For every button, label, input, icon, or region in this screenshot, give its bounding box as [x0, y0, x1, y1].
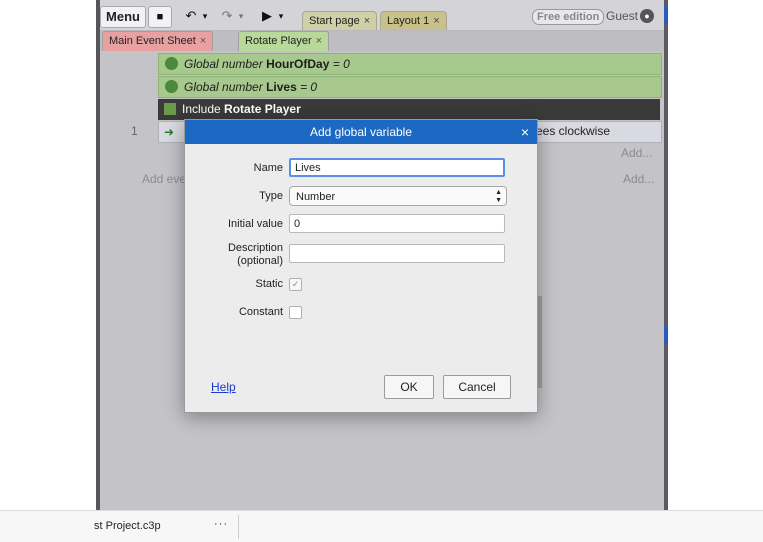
description-label-sub: (optional): [237, 255, 283, 267]
event-sheet-tabs: Main Event Sheet × Rotate Player ×: [96, 31, 668, 51]
static-checkbox[interactable]: ✓: [289, 278, 302, 291]
initial-value-field[interactable]: 0: [289, 214, 505, 233]
name-label: Name: [253, 162, 283, 174]
trigger-arrow-icon: ➜: [164, 125, 175, 139]
undo-icon[interactable]: ↶: [182, 6, 200, 26]
name-field[interactable]: Lives: [289, 158, 505, 177]
scrollbar-accent: [664, 326, 668, 344]
globe-icon: [165, 57, 178, 70]
include-name: Rotate Player: [224, 102, 301, 116]
close-icon[interactable]: ×: [433, 15, 439, 27]
close-icon[interactable]: ×: [521, 120, 529, 144]
edition-badge[interactable]: Free edition: [532, 9, 605, 25]
global-value: = 0: [332, 57, 350, 71]
project-name[interactable]: st Project.c3p: [94, 520, 161, 532]
more-options-icon[interactable]: ···: [214, 518, 228, 530]
left-edge-bar: [96, 0, 100, 510]
preview-play-icon[interactable]: ▶: [260, 6, 274, 26]
dialog-title-bar: Add global variable ×: [185, 120, 537, 144]
global-variable-row[interactable]: Global number Lives = 0: [158, 76, 662, 98]
event-number: 1: [131, 124, 138, 138]
global-variable-row[interactable]: Global number HourOfDay = 0: [158, 53, 662, 75]
dialog-title: Add global variable: [309, 125, 413, 139]
global-name: HourOfDay: [266, 57, 330, 71]
status-bar: st Project.c3p ···: [0, 510, 763, 542]
tab-layout-1[interactable]: Layout 1 ×: [380, 11, 447, 30]
tab-main-event-sheet[interactable]: Main Event Sheet ×: [102, 31, 214, 51]
main-toolbar: Menu ■ ↶ ▾ ↷ ▾ ▶ ▾ Start page × Layout 1 ×…: [96, 0, 668, 31]
global-prefix: Global number: [184, 57, 263, 71]
ok-button[interactable]: OK: [384, 375, 434, 399]
tab-label: Start page: [309, 15, 360, 27]
constant-checkbox[interactable]: [289, 306, 302, 319]
include-prefix: Include: [182, 102, 221, 116]
scrollbar-accent: [664, 6, 668, 24]
global-name: Lives: [266, 80, 297, 94]
include-icon: [164, 103, 176, 115]
redo-dropdown-icon[interactable]: ▾: [236, 6, 246, 26]
preview-dropdown-icon[interactable]: ▾: [276, 6, 286, 26]
tab-label: Layout 1: [387, 15, 430, 27]
add-event-link[interactable]: Add eve: [142, 172, 186, 186]
tab-label: Main Event Sheet: [109, 35, 196, 47]
close-icon[interactable]: ×: [316, 35, 322, 47]
globe-icon: [165, 80, 178, 93]
description-label-main: Description: [227, 242, 283, 254]
help-link[interactable]: Help: [211, 380, 236, 394]
select-arrows-icon: ▲ ▼: [495, 189, 502, 204]
type-select-value: Number: [296, 191, 336, 203]
tab-start-page[interactable]: Start page ×: [302, 11, 378, 30]
global-value: = 0: [300, 80, 318, 94]
background-panel-edge: [538, 296, 542, 388]
description-field[interactable]: [289, 244, 505, 263]
type-select[interactable]: Number ▲ ▼: [289, 186, 507, 206]
save-icon[interactable]: ■: [148, 6, 172, 28]
tab-rotate-player[interactable]: Rotate Player ×: [238, 31, 330, 51]
global-prefix: Global number: [184, 80, 263, 94]
add-global-variable-dialog: Add global variable × Name Lives Type Nu…: [184, 119, 538, 413]
add-action-link[interactable]: Add...: [623, 172, 654, 186]
close-icon[interactable]: ×: [364, 15, 370, 27]
add-action-link[interactable]: Add...: [621, 146, 652, 160]
cancel-button[interactable]: Cancel: [443, 375, 511, 399]
right-scrollbar[interactable]: [664, 0, 668, 510]
user-avatar-icon[interactable]: ●: [640, 9, 654, 23]
static-label: Static: [255, 278, 283, 290]
type-label: Type: [259, 190, 283, 202]
divider: [238, 515, 239, 539]
close-icon[interactable]: ×: [200, 35, 206, 47]
event-action-text[interactable]: rees clockwise: [532, 124, 610, 138]
redo-icon[interactable]: ↷: [218, 6, 236, 26]
include-row[interactable]: Include Rotate Player: [158, 99, 660, 120]
undo-dropdown-icon[interactable]: ▾: [200, 6, 210, 26]
initial-value-label: Initial value: [227, 218, 283, 230]
menu-button[interactable]: Menu: [100, 6, 146, 28]
tab-label: Rotate Player: [245, 35, 312, 47]
constant-label: Constant: [238, 306, 283, 318]
user-label[interactable]: Guest: [606, 9, 638, 23]
description-label: Description (optional): [228, 242, 283, 268]
